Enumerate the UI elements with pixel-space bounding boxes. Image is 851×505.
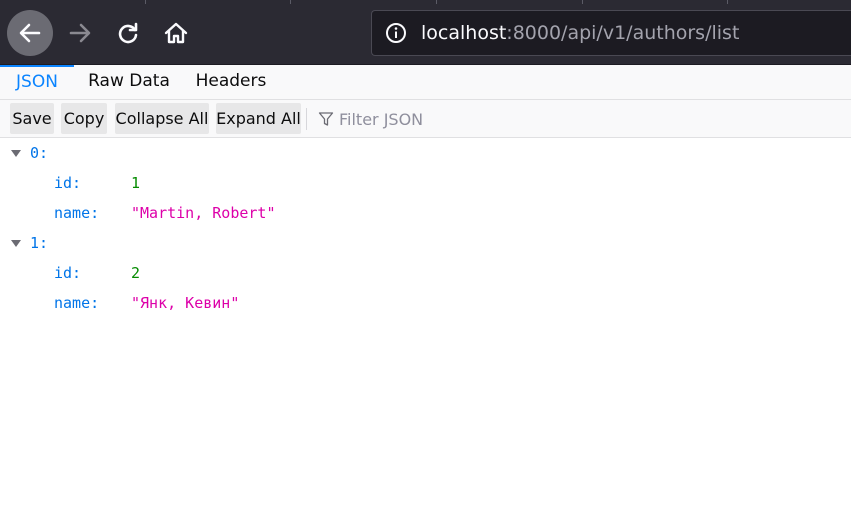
object-key: 0: <box>30 144 49 162</box>
back-button[interactable] <box>7 10 53 56</box>
field-value: "Martin, Robert" <box>131 204 276 222</box>
json-viewer-tabs: JSON Raw Data Headers <box>0 65 851 100</box>
info-icon[interactable] <box>385 22 407 44</box>
field-key: name: <box>54 294 100 312</box>
tree-row-field[interactable]: id: 1 <box>0 168 851 198</box>
tab-json[interactable]: JSON <box>0 65 74 100</box>
reload-button[interactable] <box>105 10 151 56</box>
url-path: :8000/api/v1/authors/list <box>506 22 740 44</box>
json-tree: 0: id: 1 name: "Martin, Robert" 1: id: 2… <box>0 138 851 505</box>
field-key: id: <box>54 174 82 192</box>
home-button[interactable] <box>153 10 199 56</box>
forward-button[interactable] <box>57 10 103 56</box>
filter-icon <box>318 112 334 126</box>
toolbar-divider <box>306 108 307 130</box>
save-button[interactable]: Save <box>10 103 54 134</box>
address-bar[interactable]: localhost:8000/api/v1/authors/list <box>371 10 851 56</box>
tree-row-field[interactable]: id: 2 <box>0 258 851 288</box>
field-key: name: <box>54 204 100 222</box>
url-host: localhost <box>421 22 507 44</box>
expand-all-button[interactable]: Expand All <box>216 103 301 134</box>
field-value: "Янк, Кевин" <box>131 294 240 312</box>
collapse-all-button[interactable]: Collapse All <box>115 103 209 134</box>
url-text: localhost:8000/api/v1/authors/list <box>421 22 739 44</box>
browser-toolbar: localhost:8000/api/v1/authors/list <box>0 0 851 65</box>
filter-json-input[interactable] <box>339 106 639 132</box>
expand-triangle-icon[interactable] <box>10 239 22 248</box>
tab-strip-edge <box>0 0 851 4</box>
expand-triangle-icon[interactable] <box>10 149 22 158</box>
tree-row-object[interactable]: 1: <box>0 228 851 258</box>
tab-raw-data[interactable]: Raw Data <box>78 65 180 100</box>
json-viewer-toolbar: Save Copy Collapse All Expand All <box>0 100 851 138</box>
object-key: 1: <box>30 234 49 252</box>
arrow-right-icon <box>69 23 91 43</box>
field-value: 1 <box>131 174 141 192</box>
field-key: id: <box>54 264 82 282</box>
home-icon <box>164 22 188 44</box>
reload-icon <box>118 22 138 44</box>
tree-row-field[interactable]: name: "Martin, Robert" <box>0 198 851 228</box>
tree-row-object[interactable]: 0: <box>0 138 851 168</box>
tree-row-field[interactable]: name: "Янк, Кевин" <box>0 288 851 318</box>
arrow-left-icon <box>19 23 41 43</box>
tab-headers[interactable]: Headers <box>185 65 277 100</box>
field-value: 2 <box>131 264 141 282</box>
copy-button[interactable]: Copy <box>61 103 107 134</box>
